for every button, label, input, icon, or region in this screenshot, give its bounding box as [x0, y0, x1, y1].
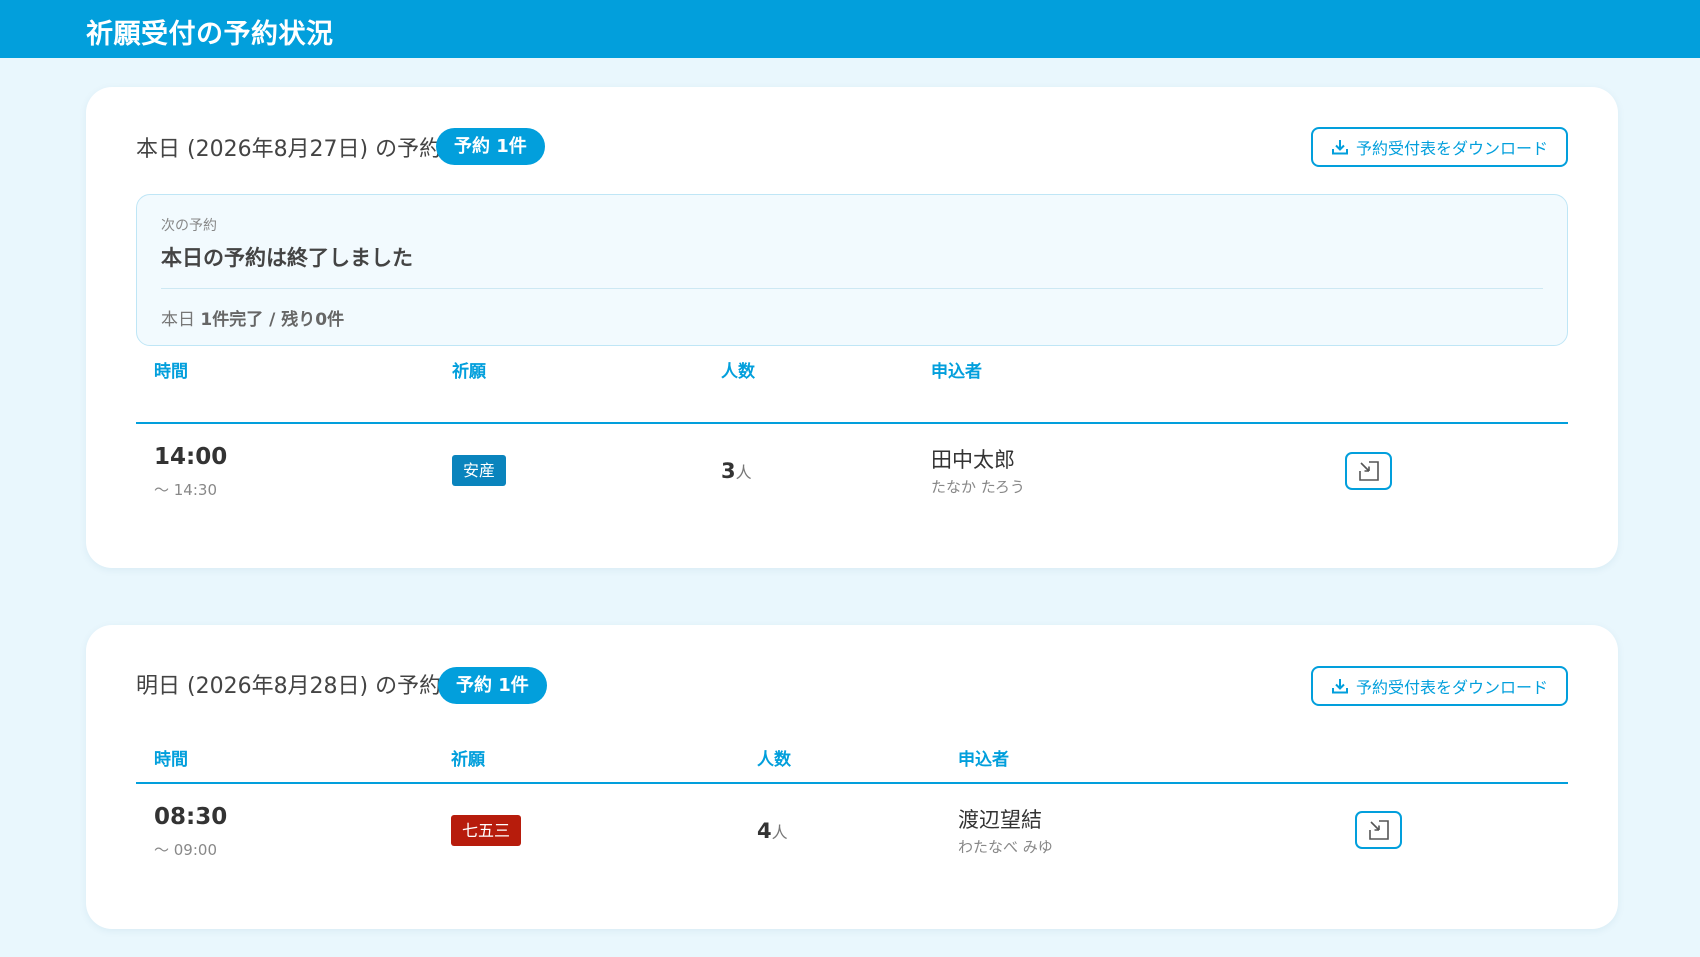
people-number: 4: [757, 819, 772, 843]
end-time: 〜 14:30: [154, 481, 217, 499]
divider: [161, 288, 1543, 289]
people-unit: 人: [771, 823, 788, 842]
edit-button[interactable]: [1345, 452, 1392, 490]
summary-prefix: 本日: [161, 310, 201, 330]
column-header-time: 時間: [154, 750, 188, 770]
people-unit: 人: [735, 463, 752, 482]
top-bar: 祈願受付の予約状況: [0, 0, 1700, 58]
applicant-name: 田中太郎: [931, 448, 1015, 472]
tomorrow-count-badge: 予約 1件: [438, 667, 547, 704]
table-header-rule: [136, 422, 1568, 424]
people-count: 4人: [757, 819, 788, 843]
today-count-badge: 予約 1件: [436, 128, 545, 165]
column-header-time: 時間: [154, 362, 188, 382]
download-icon: [1331, 140, 1348, 155]
today-download-button[interactable]: 予約受付表をダウンロード: [1311, 127, 1568, 167]
edit-icon: [1368, 820, 1389, 840]
column-header-prayer: 祈願: [451, 750, 485, 770]
tomorrow-download-button[interactable]: 予約受付表をダウンロード: [1311, 666, 1568, 706]
today-heading: 本日 (2026年8月27日) の予約: [136, 137, 442, 162]
tomorrow-reservations-card: 明日 (2026年8月28日) の予約 予約 1件 予約受付表をダウンロード 時…: [86, 625, 1618, 929]
today-download-label: 予約受付表をダウンロード: [1355, 139, 1548, 158]
download-icon: [1331, 679, 1348, 694]
edit-icon: [1358, 461, 1379, 481]
tomorrow-download-label: 予約受付表をダウンロード: [1355, 678, 1548, 697]
people-number: 3: [721, 459, 736, 483]
applicant-name: 渡辺望結: [958, 808, 1042, 832]
tomorrow-heading: 明日 (2026年8月28日) の予約: [136, 674, 442, 699]
column-header-people: 人数: [721, 362, 755, 382]
column-header-prayer: 祈願: [452, 362, 486, 382]
today-reservations-card: 本日 (2026年8月27日) の予約 予約 1件 予約受付表をダウンロード 次…: [86, 87, 1618, 568]
today-progress-summary: 本日 1件完了 / 残り0件: [161, 305, 344, 330]
prayer-tag: 七五三: [451, 815, 522, 846]
applicant-kana: たなか たろう: [931, 478, 1025, 496]
next-reservation-status: 本日の予約は終了しました: [161, 246, 413, 270]
start-time: 08:30: [154, 804, 228, 830]
page-title: 祈願受付の予約状況: [86, 19, 334, 50]
end-time: 〜 09:00: [154, 841, 217, 859]
edit-button[interactable]: [1355, 811, 1402, 849]
applicant-kana: わたなべ みゆ: [958, 838, 1053, 856]
column-header-applicant: 申込者: [958, 750, 1009, 770]
summary-counts: 1件完了 / 残り0件: [200, 310, 345, 330]
next-reservation-panel: 次の予約 本日の予約は終了しました 本日 1件完了 / 残り0件: [136, 194, 1568, 346]
column-header-people: 人数: [757, 750, 791, 770]
start-time: 14:00: [154, 444, 228, 470]
next-reservation-label: 次の予約: [161, 218, 217, 234]
prayer-tag: 安産: [452, 455, 507, 486]
column-header-applicant: 申込者: [931, 362, 982, 382]
table-header-rule: [136, 782, 1568, 784]
people-count: 3人: [721, 459, 752, 483]
